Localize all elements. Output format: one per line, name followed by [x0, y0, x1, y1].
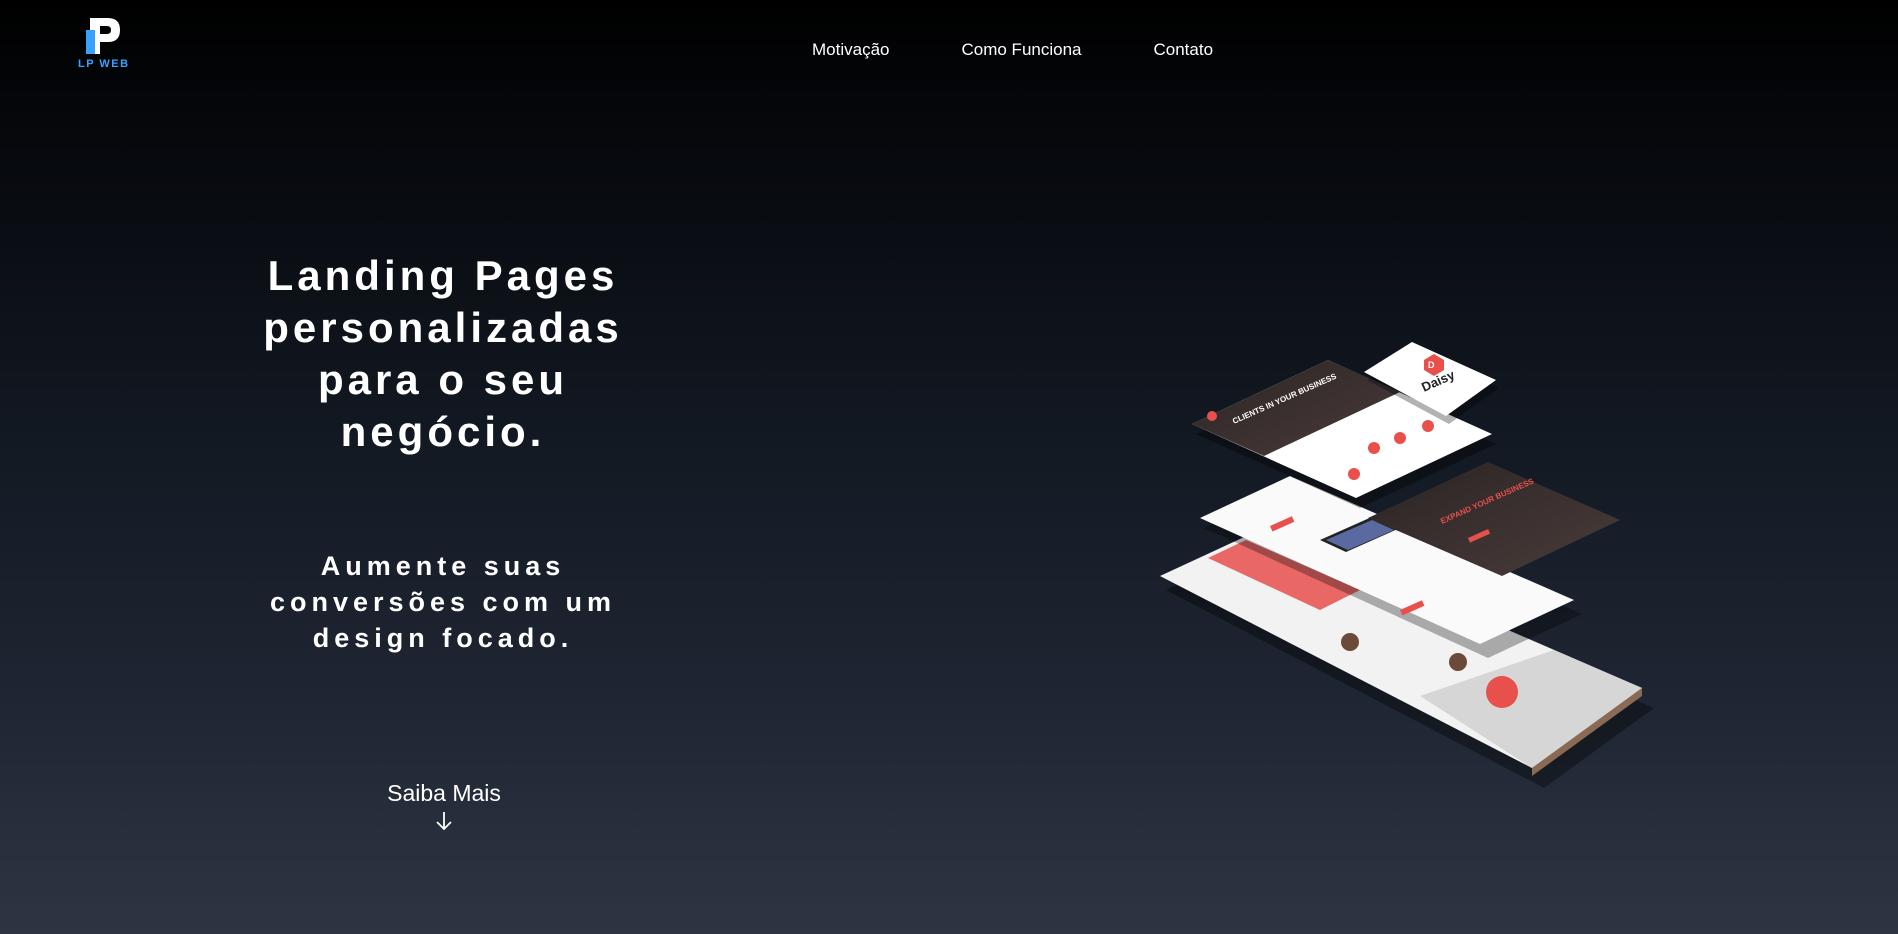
saiba-mais-button[interactable]: Saiba Mais: [379, 780, 509, 836]
hero: Landing Pages personalizadas para o seu …: [200, 250, 686, 656]
arrow-down-icon: [436, 812, 452, 831]
nav-item-contato[interactable]: Contato: [1154, 40, 1214, 60]
logo-text: LP WEB: [78, 58, 130, 70]
svg-text:D: D: [1428, 360, 1435, 370]
logo[interactable]: LP WEB: [78, 16, 130, 76]
hero-title-line: negócio.: [340, 408, 546, 455]
nav-item-motivacao[interactable]: Motivação: [812, 40, 889, 60]
hero-subtitle-line: Aumente suas: [320, 551, 566, 581]
cta-label: Saiba Mais: [387, 780, 501, 806]
website-mockup-illustration: EXPAND YOUR BUSINESS CLIENTS IN YOUR BUS…: [1150, 320, 1670, 800]
hero-subtitle: Aumente suas conversões com um design fo…: [200, 548, 686, 656]
isometric-mockup: EXPAND YOUR BUSINESS CLIENTS IN YOUR BUS…: [1160, 342, 1654, 788]
hero-title-line: para o seu: [317, 356, 569, 403]
hero-title-line: personalizadas: [263, 304, 623, 351]
hero-subtitle-line: design focado.: [312, 623, 574, 653]
logo-p-icon: [86, 18, 120, 54]
hero-title: Landing Pages personalizadas para o seu …: [200, 250, 686, 458]
hero-title-line: Landing Pages: [267, 252, 619, 299]
nav-item-como-funciona[interactable]: Como Funciona: [961, 40, 1081, 60]
hero-subtitle-line: conversões com um: [269, 587, 617, 617]
main-nav: Motivação Como Funciona Contato: [812, 40, 1213, 60]
